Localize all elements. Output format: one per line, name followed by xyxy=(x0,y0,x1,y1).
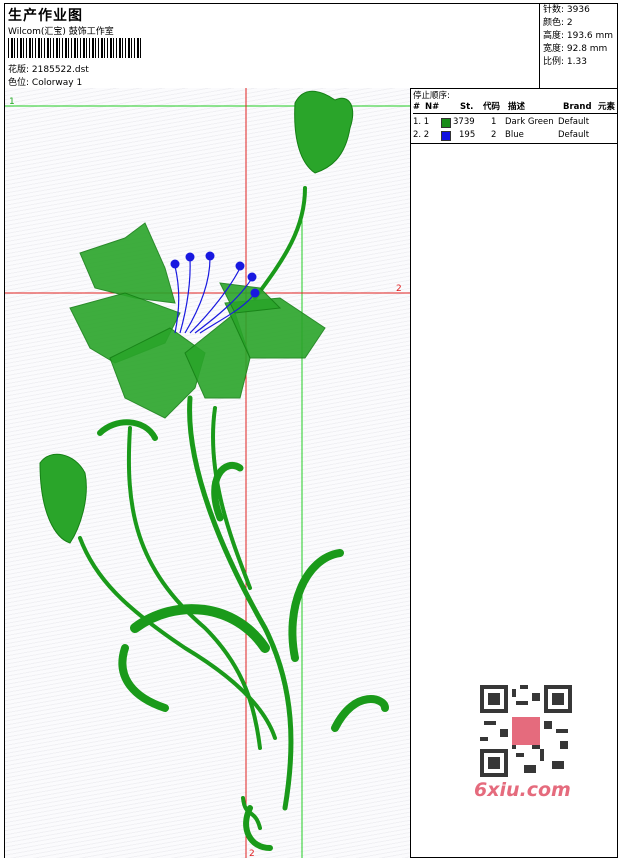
upper-stem xyxy=(253,186,307,300)
row-index: 1. 1 xyxy=(413,117,430,127)
col-hash: # xyxy=(413,102,421,112)
row-stitches: 3739 xyxy=(453,117,475,127)
design-width: 宽度: 92.8 mm xyxy=(543,44,608,54)
leaf-right-1 xyxy=(288,549,344,662)
stop-sequence-caption: 停止顺序: xyxy=(413,91,450,101)
col-element: 元素 xyxy=(598,102,616,112)
design-file: 2185522.dst xyxy=(31,65,89,75)
row-stitches: 195 xyxy=(459,130,476,140)
row-index: 2. 2 xyxy=(413,130,430,140)
colorway-label: 色位: xyxy=(8,78,30,88)
col-brand: Brand xyxy=(563,102,592,112)
petal-upper-left xyxy=(79,222,176,304)
row-brand: Default xyxy=(558,130,590,140)
stamen-3 xyxy=(184,257,211,334)
watermark-text: 6xiu.com xyxy=(474,779,571,801)
color-count: 颜色: 2 xyxy=(543,18,573,28)
row-description: Blue xyxy=(505,130,524,140)
guide-marker-2-right: 2 xyxy=(396,284,402,294)
main-stem xyxy=(187,395,294,811)
row-brand: Default xyxy=(558,117,590,127)
leaf-curl-2 xyxy=(118,644,169,712)
thread-swatch-green xyxy=(441,118,451,128)
stitch-count: 针数: 3936 xyxy=(543,5,590,15)
design-label: 花版: xyxy=(8,65,30,75)
stamen-2 xyxy=(179,257,191,334)
design-canvas: 1 2 2 xyxy=(5,88,411,858)
stamen-tip-2 xyxy=(185,252,195,262)
stop-row: 1. 1 3739 1 Dark Green Default xyxy=(413,116,618,128)
top-bud xyxy=(294,90,354,174)
stamen-tip-1 xyxy=(170,259,180,269)
stamen-tip-4 xyxy=(235,261,245,271)
colorway-value: Colorway 1 xyxy=(31,78,83,88)
design-height: 高度: 193.6 mm xyxy=(543,31,614,41)
guide-marker-1: 1 xyxy=(9,97,15,107)
qr-code-icon xyxy=(480,685,572,777)
row-description: Dark Green xyxy=(505,117,554,127)
design-line: 花版: 2185522.dst xyxy=(8,62,89,75)
design-stats: 针数: 3936 颜色: 2 高度: 193.6 mm 宽度: 92.8 mm … xyxy=(539,4,618,88)
stop-row: 2. 2 195 2 Blue Default xyxy=(413,129,618,141)
col-number: N# xyxy=(425,102,440,112)
studio-subtitle: Wilcom(汇宝) 鼓饰工作室 xyxy=(8,27,114,37)
page-title: 生产作业图 xyxy=(8,8,83,24)
worksheet-header: 生产作业图 Wilcom(汇宝) 鼓饰工作室 花版: 2185522.dst 色… xyxy=(5,4,617,89)
row-code: 1 xyxy=(491,117,497,127)
stamen-tip-5 xyxy=(247,272,257,282)
stop-sequence-header: # N# St. 代码 描述 Brand 元素 xyxy=(413,101,618,114)
row-code: 2 xyxy=(491,130,497,140)
guide-marker-2-bottom: 2 xyxy=(249,849,255,858)
embroidery-preview: 1 2 2 xyxy=(5,88,410,858)
left-bud xyxy=(39,453,87,544)
site-watermark: 6xiu.com xyxy=(468,679,585,804)
stamen-tip-3 xyxy=(205,251,215,261)
col-code: 代码 xyxy=(483,102,501,112)
barcode xyxy=(8,38,142,58)
stamen-tip-6 xyxy=(250,288,260,298)
col-description: 描述 xyxy=(508,102,526,112)
colorway-line: 色位: Colorway 1 xyxy=(8,75,82,88)
thread-swatch-blue xyxy=(441,131,451,141)
col-stitches: St. xyxy=(460,102,474,112)
leaf-small-left xyxy=(97,419,158,441)
leaf-right-2 xyxy=(331,695,389,732)
design-scale: 比例: 1.33 xyxy=(543,57,587,67)
stop-sequence-panel: 停止顺序: # N# St. 代码 描述 Brand 元素 1. 1 3739 … xyxy=(410,88,618,144)
